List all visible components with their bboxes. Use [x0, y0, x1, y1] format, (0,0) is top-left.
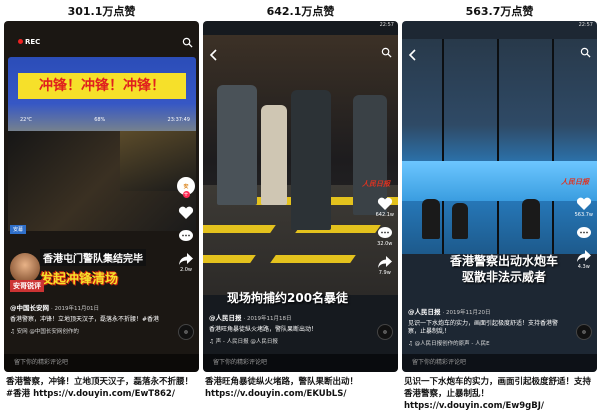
search-icon[interactable] — [580, 47, 591, 58]
comment-icon — [576, 227, 591, 238]
video-description: 香港旺角暴徒纵火堵路，警队果断出动！ — [209, 326, 318, 333]
comment-icon — [179, 230, 193, 241]
headline-banner: 冲锋！冲锋！冲锋！ — [18, 73, 186, 99]
video-overlay-text: 香港警察出动水炮车 驱散非法示威者 — [449, 254, 558, 284]
video-frame-street — [203, 35, 398, 295]
like-count-headline: 301.1万点赞 — [67, 5, 136, 18]
comment-input[interactable]: 留下你的精彩评论吧 — [203, 354, 398, 372]
panel-caption: 香港警察，冲锋！立地顶天汉子，磊落永不折腰！#香港 https://v.douy… — [6, 377, 194, 399]
music-disc-icon[interactable] — [178, 324, 194, 340]
share-button[interactable]: 4.3w — [576, 249, 592, 270]
author-line[interactable]: @人民日报 · 2019年11月18日 — [209, 305, 359, 324]
heart-icon — [576, 197, 591, 210]
music-line[interactable]: ♫ 声 - 人民日报 @人民日报 — [209, 337, 359, 345]
search-icon[interactable] — [182, 37, 193, 48]
author-line[interactable]: @人民日报 · 2019年11月20日 — [408, 299, 558, 318]
video-card-1[interactable]: 301.1万点赞 REC 冲锋！冲锋！冲锋！ 22℃ 68% 23:37:49 安幕… — [4, 0, 199, 415]
author-line[interactable]: @中国长安网 · 2019年11月01日 — [10, 295, 160, 314]
heart-icon — [377, 197, 392, 210]
like-count-headline: 642.1万点赞 — [266, 5, 335, 18]
like-button[interactable]: 642.1w — [376, 197, 394, 218]
banner-top-text: 香港屯门警队集结完毕 — [40, 249, 146, 266]
action-rail: 安 + 2.0w — [177, 177, 195, 281]
video-frame-water-cannon — [402, 39, 597, 254]
video-card-2[interactable]: 642.1万点赞 22:57 人民日报 现场拘捕约200名暴徒 642.1w 3… — [203, 0, 398, 415]
share-icon — [377, 256, 392, 268]
author-avatar-button[interactable]: 安 + — [177, 177, 195, 198]
video-description: 见识一下水炮车的实力，画面引起极度舒适！支持香港警察，止暴制乱！ — [408, 320, 559, 335]
action-rail: 642.1w 32.0w 7.9w — [376, 197, 394, 284]
music-line[interactable]: ♫ @人民日报创作的原声 - 人民E — [408, 339, 558, 347]
share-button[interactable]: 2.0w — [178, 252, 194, 273]
heart-icon — [178, 206, 194, 219]
status-bar: 22:57 — [578, 22, 593, 28]
video-card-3[interactable]: 563.7万点赞 22:57 人民日报 香港警察出动水炮车 驱散非法示威者 56… — [402, 0, 597, 415]
panel-caption: 香港旺角暴徒纵火堵路，警队果断出动！ https://v.douyin.com/… — [205, 377, 359, 399]
channel-watermark: 人民日报 — [362, 180, 390, 188]
title-banner: 香港屯门警队集结完毕 发起冲锋清场 — [40, 247, 190, 287]
search-icon[interactable] — [381, 47, 392, 58]
like-count-headline: 563.7万点赞 — [465, 5, 534, 18]
action-rail: 563.7w 4.3w — [575, 197, 593, 278]
comment-input[interactable]: 留下你的精彩评论吧 — [402, 354, 597, 372]
share-icon — [576, 250, 591, 262]
video-frame-riot — [8, 131, 196, 231]
channel-watermark: 人民日报 — [561, 178, 589, 186]
comment-input[interactable]: 留下你的精彩评论吧 — [4, 354, 199, 372]
anchor-tag: 安哥锐评 — [10, 280, 44, 292]
like-button[interactable]: 563.7w — [575, 197, 593, 218]
back-icon[interactable] — [408, 49, 418, 61]
phone-screenshot: 22:57 人民日报 现场拘捕约200名暴徒 642.1w 32.0w 7.9w… — [203, 21, 398, 372]
status-bar: 22:57 — [379, 22, 394, 28]
video-meta: @中国长安网 · 2019年11月01日 香港警察，冲锋！立地顶天汉子，磊落永不折… — [10, 295, 160, 335]
comment-button[interactable] — [178, 229, 194, 244]
comment-icon — [377, 227, 392, 238]
video-meta: @人民日报 · 2019年11月18日 香港旺角暴徒纵火堵路，警队果断出动！ ♫ … — [209, 305, 359, 345]
music-disc-icon[interactable] — [576, 324, 592, 340]
anchor-avatar — [10, 253, 40, 283]
banner-bottom-text: 发起冲锋清场 — [40, 272, 119, 287]
panel-caption: 见识一下水炮车的实力，画面引起极度舒适！支持香港警察，止暴制乱！ https:/… — [404, 377, 592, 411]
video-meta: @人民日报 · 2019年11月20日 见识一下水炮车的实力，画面引起极度舒适！支… — [408, 299, 558, 347]
video-description: 香港警察，冲锋！立地顶天汉子，磊落永不折腰！#香港 — [10, 316, 160, 323]
comment-button[interactable] — [576, 226, 592, 241]
share-icon — [179, 253, 193, 265]
corner-badge: 安幕 — [10, 225, 27, 234]
weather-readout: 22℃ 68% 23:37:49 — [20, 117, 190, 123]
like-button[interactable] — [178, 206, 194, 221]
rec-indicator: REC — [18, 38, 40, 46]
share-button[interactable]: 7.9w — [377, 255, 393, 276]
comment-button[interactable]: 32.0w — [377, 226, 393, 247]
phone-screenshot: 22:57 人民日报 香港警察出动水炮车 驱散非法示威者 563.7w 4.3w… — [402, 21, 597, 372]
music-line[interactable]: ♫ 安网 @中国长安网创作的 — [10, 327, 160, 335]
video-overlay-text: 现场拘捕约200名暴徒 — [227, 291, 349, 305]
phone-screenshot: REC 冲锋！冲锋！冲锋！ 22℃ 68% 23:37:49 安幕 香港屯门警队集结… — [4, 21, 199, 372]
back-icon[interactable] — [209, 49, 219, 61]
music-disc-icon[interactable] — [377, 324, 393, 340]
